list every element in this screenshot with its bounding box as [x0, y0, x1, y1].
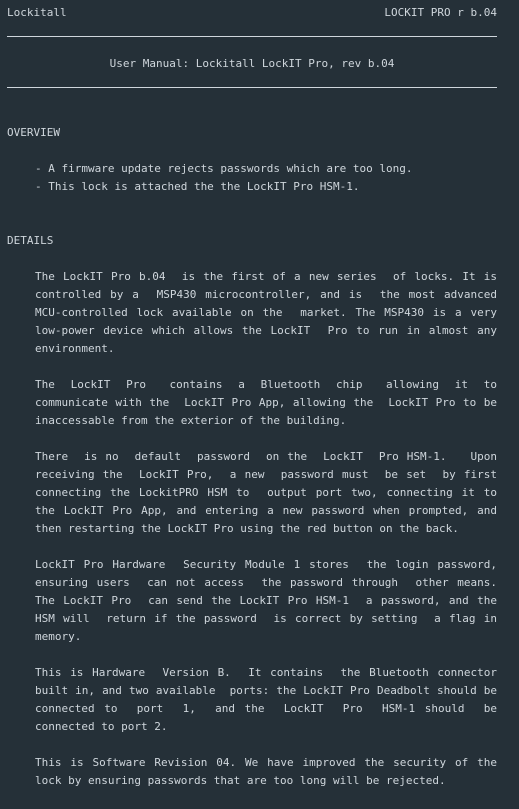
details-paragraph: The LockIT Pro b.04 is the first of a ne… — [35, 270, 504, 355]
version-label: LOCKIT PRO r b.04 — [384, 6, 497, 19]
list-item: - A firmware update rejects passwords wh… — [35, 162, 413, 175]
details-heading: DETAILS — [7, 234, 54, 247]
overview-list: - A firmware update rejects passwords wh… — [35, 160, 497, 196]
details-paragraph: This is Software Revision 04. We have im… — [35, 756, 504, 787]
overview-heading: OVERVIEW — [7, 126, 60, 139]
details-paragraph: This is Hardware Version B. It contains … — [35, 666, 511, 733]
header-divider-bottom — [7, 87, 497, 88]
list-item: - This lock is attached the the LockIT P… — [35, 180, 360, 193]
details-paragraph: The LockIT Pro contains a Bluetooth chip… — [35, 378, 504, 427]
header-divider-top — [7, 36, 497, 37]
details-paragraph: There is no default password on the Lock… — [35, 450, 504, 535]
details-paragraph: LockIT Pro Hardware Security Module 1 st… — [35, 558, 504, 643]
manual-title: User Manual: Lockitall LockIT Pro, rev b… — [109, 57, 395, 70]
app-name: Lockitall — [7, 6, 67, 19]
document-header: Lockitall LOCKIT PRO r b.04 — [7, 4, 497, 22]
manual-document: Lockitall LOCKIT PRO r b.04 User Manual:… — [7, 4, 497, 790]
